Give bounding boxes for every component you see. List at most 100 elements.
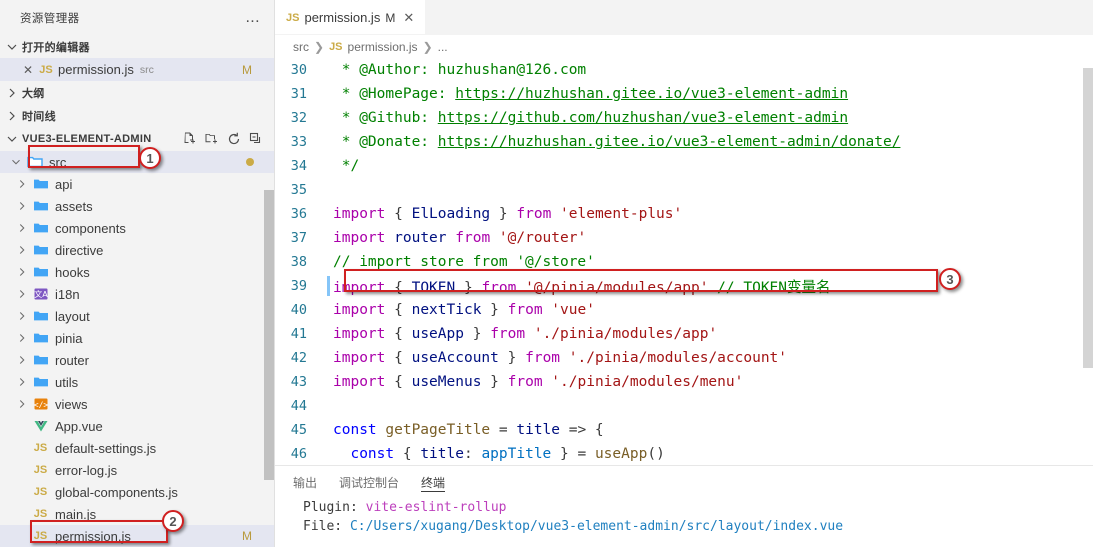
code-line-30[interactable]: 30 * @Author: huzhushan@126.com [275,58,1093,82]
code-line-35[interactable]: 35 [275,178,1093,202]
code-token: '@/router' [498,230,587,246]
tree-item-label: layout [55,308,90,324]
tree-item-main-js[interactable]: JS main.js [0,503,274,525]
code-line-text: * @Github: https://github.com/huzhushan/… [327,110,848,126]
tab-permission-js[interactable]: JS permission.js M ✕ [275,0,427,35]
tree-item-views[interactable]: </> views [0,393,274,415]
code-line-text: // import store from '@/store' [327,254,595,270]
line-number: 46 [290,446,307,462]
panel-tab-0[interactable]: 输出 [293,466,317,498]
code-token: () [647,446,665,462]
tree-item-hooks[interactable]: hooks [0,261,274,283]
code-line-text: */ [327,158,359,174]
code-token: from [481,279,517,296]
chevron-right-icon[interactable] [14,397,30,411]
panel-tab-2[interactable]: 终端 [421,466,446,498]
section-outline[interactable]: 大纲 [0,81,274,104]
chevron-right-icon[interactable] [14,199,30,213]
tree-item-api[interactable]: api [0,173,274,195]
chevron-right-icon[interactable] [14,331,30,345]
panel-tab-bar: 输出 调试控制台 终端 [275,466,1093,498]
open-editor-item[interactable]: ✕ JS permission.js src M [0,58,274,81]
code-line-41[interactable]: 41 import { useApp } from './pinia/module… [275,322,1093,346]
editor-vertical-scrollbar[interactable] [1083,68,1093,368]
code-line-31[interactable]: 31 * @HomePage: https://huzhushan.gitee.… [275,82,1093,106]
panel-tab-1[interactable]: 调试控制台 [339,466,399,498]
code-line-46[interactable]: 46 const { title: appTitle } = useApp() [275,442,1093,465]
code-line-32[interactable]: 32 * @Github: https://github.com/huzhush… [275,106,1093,130]
chevron-right-icon[interactable] [14,221,30,235]
code-line-36[interactable]: 36 import { ElLoading } from 'element-plu… [275,202,1093,226]
close-icon[interactable]: ✕ [400,10,417,26]
section-project-root[interactable]: VUE3-ELEMENT-ADMIN [0,127,274,151]
code-token: useMenus [411,374,482,390]
code-token: { [394,446,421,462]
code-line-39[interactable]: 39 import { TOKEN } from '@/pinia/modules… [275,274,1093,298]
chevron-right-icon[interactable] [14,309,30,323]
tree-item-label: permission.js [55,528,131,544]
tree-item-app-vue[interactable]: App.vue [0,415,274,437]
code-line-40[interactable]: 40 import { nextTick } from 'vue' [275,298,1093,322]
collapse-all-icon[interactable] [248,131,264,147]
chevron-right-icon[interactable] [14,287,30,301]
breadcrumb-item-file[interactable]: permission.js [348,40,418,54]
tree-item-label: default-settings.js [55,440,157,456]
code-token: } [481,374,508,390]
chevron-down-icon[interactable] [8,155,24,169]
tree-item-utils[interactable]: utils [0,371,274,393]
terminal-token: vite-eslint-rollup [365,500,507,515]
tree-item-router[interactable]: router [0,349,274,371]
line-number: 42 [290,350,307,366]
chevron-right-icon[interactable] [14,353,30,367]
new-file-icon[interactable] [182,131,198,147]
chevron-right-icon[interactable] [14,177,30,191]
i18n-folder-icon: 文A [30,286,51,302]
tree-item-default-settings-js[interactable]: JS default-settings.js [0,437,274,459]
tree-item-permission-js[interactable]: JS permission.js M [0,525,274,547]
code-line-38[interactable]: 38 // import store from '@/store' [275,250,1093,274]
tree-item-pinia[interactable]: pinia [0,327,274,349]
tree-item-i18n[interactable]: 文A i18n [0,283,274,305]
chevron-right-icon: ❯ [422,39,433,54]
code-token: import [333,206,386,222]
terminal-token: C:/Users/xugang/Desktop/vue3-element-adm… [349,519,844,534]
code-line-42[interactable]: 42 import { useAccount } from './pinia/mo… [275,346,1093,370]
section-open-editors[interactable]: 打开的编辑器 [0,35,274,58]
code-token: './pinia/modules/account' [568,350,788,366]
code-editor[interactable]: 30 * @Author: huzhushan@126.com 31 * @Hom… [275,58,1093,465]
tree-item-layout[interactable]: layout [0,305,274,327]
section-timeline[interactable]: 时间线 [0,104,274,127]
chevron-right-icon[interactable] [14,265,30,279]
tree-item-directive[interactable]: directive [0,239,274,261]
new-folder-icon[interactable] [204,131,220,147]
breadcrumb-item-src[interactable]: src [293,40,309,54]
code-token: useApp [411,326,464,342]
tree-item-global-components-js[interactable]: JS global-components.js [0,481,274,503]
close-icon[interactable]: ✕ [20,63,36,77]
tree-item-components[interactable]: components [0,217,274,239]
chevron-right-icon[interactable] [14,243,30,257]
tree-item-error-log-js[interactable]: JS error-log.js [0,459,274,481]
code-token: { [385,206,412,222]
code-line-44[interactable]: 44 [275,394,1093,418]
code-line-45[interactable]: 45 const getPageTitle = title => { [275,418,1093,442]
code-token: */ [333,158,360,174]
breadcrumb-item-symbol[interactable]: ... [438,40,448,54]
chevron-right-icon[interactable] [14,375,30,389]
explorer-more-actions-icon[interactable]: ... [245,9,266,25]
tree-item-assets[interactable]: assets [0,195,274,217]
js-file-icon: JS [33,464,48,476]
code-line-33[interactable]: 33 * @Donate: https://huzhushan.gitee.io… [275,130,1093,154]
terminal-output[interactable]: Plugin: vite-eslint-rollup File: C:/Users… [275,498,1093,536]
refresh-icon[interactable] [226,131,242,147]
code-line-34[interactable]: 34 */ [275,154,1093,178]
code-token: import [333,326,386,342]
tree-item-src[interactable]: src [0,151,274,173]
sidebar-scrollbar[interactable] [264,190,274,480]
code-line-37[interactable]: 37 import router from '@/router' [275,226,1093,250]
code-line-43[interactable]: 43 import { useMenus } from './pinia/modu… [275,370,1093,394]
code-line-text: import { nextTick } from 'vue' [327,302,595,318]
code-token: import [333,230,386,246]
